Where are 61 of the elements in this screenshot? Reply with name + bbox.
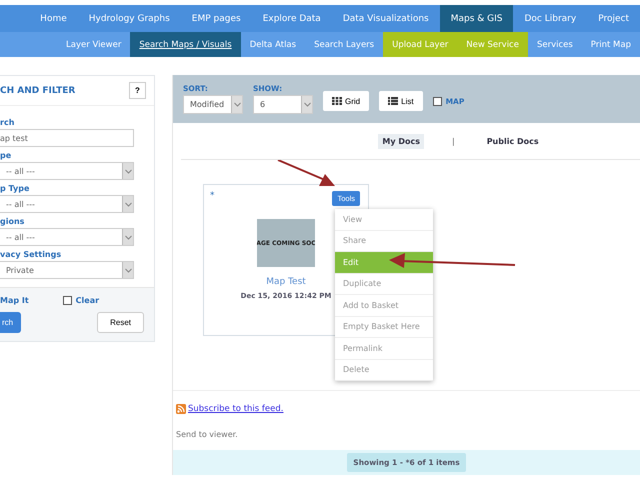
nav-tab[interactable]: Explore Data [252,5,332,32]
select-field[interactable]: -- all --- [0,228,134,246]
sub-nav-tab[interactable]: Services [528,32,582,57]
select-field[interactable]: -- all --- [0,195,134,213]
nav-tab[interactable]: Maps & GIS [440,5,514,32]
select-field[interactable]: Private [0,261,134,279]
nav-tab[interactable]: Hydrology Graphs [78,5,181,32]
show-select[interactable]: 6 [253,95,313,114]
field-label: gions [0,217,26,226]
caret-icon [301,96,312,113]
sub-nav-tab[interactable]: Delta Atlas [240,32,306,57]
clear-label: Clear [76,296,100,305]
sub-nav-tab[interactable]: Upload Layer [383,32,458,57]
reset-button[interactable]: Reset [97,312,144,333]
menu-item[interactable]: Permalink [335,338,433,360]
nav-tab[interactable]: Home [29,5,78,32]
tab-separator: | [452,136,455,146]
menu-item[interactable]: Delete [335,360,433,381]
nav-tab[interactable]: Doc Library [513,5,588,32]
subscribe-link[interactable]: Subscribe to this feed. [188,404,284,414]
sub-nav-tab[interactable]: New Service [457,32,528,57]
map-checkbox[interactable] [432,96,442,106]
search-field[interactable]: ap test [0,129,134,147]
grid-icon [332,97,342,105]
search-button[interactable]: rch [0,312,22,333]
select-field[interactable]: -- all --- [0,162,134,180]
doc-tab[interactable]: Public Docs [482,134,543,148]
map-title-link[interactable]: Map Test [266,277,306,287]
menu-item[interactable]: Empty Basket Here [335,316,433,338]
menu-item[interactable]: Edit [335,252,433,274]
sub-nav-tab[interactable]: Layer Viewer [57,32,130,57]
panel-title: CH AND FILTER [0,86,76,96]
menu-item[interactable]: View [335,209,433,230]
nav-tab[interactable]: Project [587,5,640,32]
caret-icon [231,96,242,113]
sub-nav-tab[interactable]: Print Map [582,32,640,57]
sub-nav-tab[interactable]: Search Layers [305,32,384,57]
grid-button[interactable]: Grid [323,91,370,111]
caret-icon [122,196,133,212]
menu-item[interactable]: Duplicate [335,274,433,295]
arrow-annotation [278,160,335,186]
favorite-star[interactable]: * [210,191,214,207]
field-label: rch [0,118,16,127]
clear-checkbox[interactable] [62,296,72,305]
help-button[interactable]: ? [129,82,146,99]
field-label: pe [0,151,12,160]
caret-icon [122,262,133,278]
sort-select[interactable]: Modified [183,95,243,114]
map-it-label: Map It [0,296,29,305]
caret-icon [122,163,133,179]
nav-tab[interactable]: EMP pages [180,5,252,32]
field-label: vacy Settings [0,250,62,259]
sub-nav-tab[interactable]: Search Maps / Visuals [130,32,241,57]
nav-tab[interactable]: Data Visualizations [332,5,440,32]
field-label: p Type [0,184,30,193]
doc-tab[interactable]: My Docs [378,134,424,148]
list-button[interactable]: List [379,91,423,111]
list-icon [388,97,398,105]
menu-item[interactable]: Add to Basket [335,295,433,316]
caret-icon [122,229,133,245]
send-to-viewer-text: Send to viewer. [175,429,239,439]
